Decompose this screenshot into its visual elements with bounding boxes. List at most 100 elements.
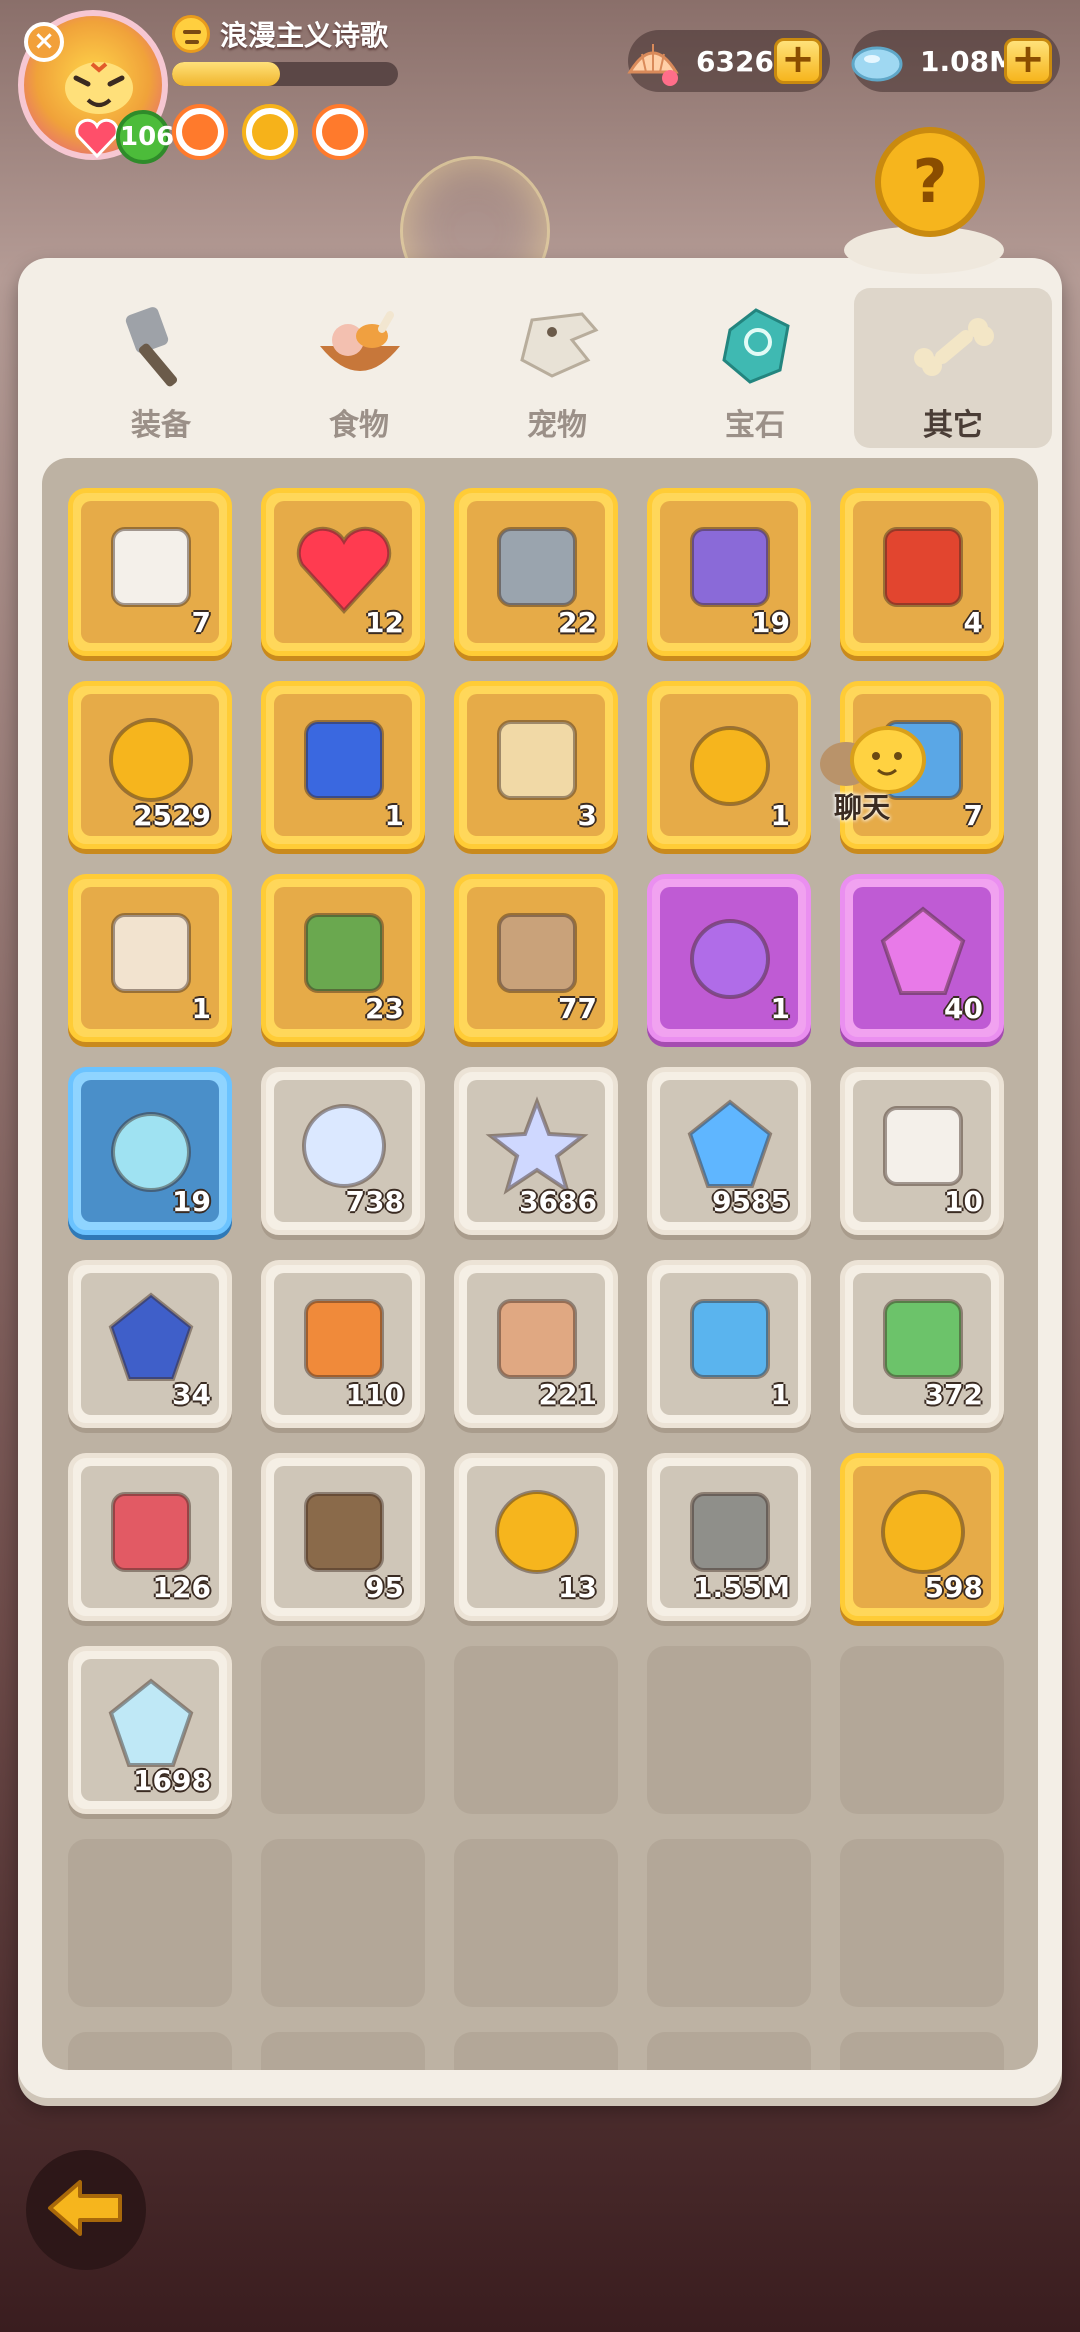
empty-slot — [454, 2032, 618, 2070]
inventory-slot[interactable]: 598 — [840, 1453, 1004, 1621]
inventory-slot[interactable]: 40 — [840, 874, 1004, 1042]
item-count: 95 — [365, 1571, 404, 1604]
inventory-slot[interactable]: 22 — [454, 488, 618, 656]
item-count: 1.55M — [693, 1571, 790, 1604]
inventory-slot[interactable]: 1.55M — [647, 1453, 811, 1621]
winged-badge-icon — [304, 720, 384, 800]
inventory-slot[interactable]: 1 — [647, 681, 811, 849]
svg-text:?: ? — [913, 147, 948, 217]
tab-pets[interactable]: 宠物 — [458, 288, 656, 448]
inventory-panel: 装备 食物 宠物 宝石 其它 7 12 22 19 4 2529 1 3 1 7… — [18, 258, 1062, 2098]
tab-equipment[interactable]: 装备 — [62, 288, 260, 448]
heart-icon — [75, 118, 119, 158]
inventory-grid-area[interactable]: 7 12 22 19 4 2529 1 3 1 7 1 23 77 1 40 19 738 3686 9585 10 3… — [42, 458, 1038, 2070]
item-count: 77 — [558, 992, 597, 1025]
inventory-slot[interactable]: 110 — [261, 1260, 425, 1428]
item-count: 3 — [577, 799, 597, 832]
dice-icon — [111, 527, 191, 607]
item-count: 126 — [152, 1571, 211, 1604]
inventory-slot[interactable]: 221 — [454, 1260, 618, 1428]
empty-slot — [454, 1646, 618, 1814]
inventory-slot[interactable]: 126 — [68, 1453, 232, 1621]
equipment-icon — [125, 307, 178, 387]
back-arrow-icon — [48, 2180, 122, 2236]
inventory-slot[interactable]: 2529 — [68, 681, 232, 849]
inventory-slot[interactable]: 1 — [647, 874, 811, 1042]
empty-slot — [68, 1839, 232, 2007]
tab-gems-label: 宝石 — [725, 408, 785, 443]
inventory-slot[interactable]: 4 — [840, 488, 1004, 656]
food-icon — [320, 311, 400, 371]
currency-shells-value: 6326 — [696, 44, 774, 78]
back-button[interactable] — [26, 2150, 146, 2270]
inventory-slot[interactable]: 10 — [840, 1067, 1004, 1235]
item-count: 19 — [751, 606, 790, 639]
pet-icon — [520, 312, 599, 378]
inventory-slot[interactable]: 12 — [261, 488, 425, 656]
tab-gems[interactable]: 宝石 — [656, 288, 854, 448]
inventory-slot[interactable]: 738 — [261, 1067, 425, 1235]
gold-buff-icon[interactable] — [242, 104, 298, 160]
item-count: 19 — [172, 1185, 211, 1218]
tiger-face-icon — [65, 62, 133, 114]
treasure-chest-icon — [883, 527, 963, 607]
tab-food[interactable]: 食物 — [260, 288, 458, 448]
mystery-coin-icon[interactable]: ? — [834, 120, 1014, 280]
empty-slot — [840, 1839, 1004, 2007]
inventory-slot[interactable]: 19 — [647, 488, 811, 656]
username-row: 浪漫主义诗歌 — [172, 14, 388, 54]
inventory-slot[interactable]: 23 — [261, 874, 425, 1042]
inventory-slot[interactable]: 77 — [454, 874, 618, 1042]
currency-crystals: 1.08M + — [851, 30, 1060, 92]
inventory-slot[interactable]: 3 — [454, 681, 618, 849]
inventory-slot[interactable]: 9585 — [647, 1067, 811, 1235]
tab-other[interactable]: 其它 — [854, 288, 1052, 448]
item-count: 372 — [924, 1378, 983, 1411]
empty-slot — [261, 2032, 425, 2070]
item-count: 2529 — [133, 799, 211, 832]
inventory-slot[interactable]: 95 — [261, 1453, 425, 1621]
map-scroll-icon — [497, 720, 577, 800]
category-tabs: 装备 食物 宠物 宝石 其它 — [62, 288, 1056, 448]
item-count: 9585 — [712, 1185, 790, 1218]
shield-buff-icon[interactable] — [312, 104, 368, 160]
inventory-slot[interactable]: 372 — [840, 1260, 1004, 1428]
inventory-slot[interactable]: 1 — [261, 681, 425, 849]
player-name: 浪漫主义诗歌 — [220, 19, 389, 52]
empty-slot — [261, 1646, 425, 1814]
inventory-slot[interactable]: 19 — [68, 1067, 232, 1235]
pencil-card-icon — [690, 1299, 770, 1379]
chat-label[interactable]: 聊天 — [834, 786, 890, 826]
inventory-slot[interactable]: 1 — [647, 1260, 811, 1428]
item-count: 221 — [538, 1378, 597, 1411]
inventory-slot[interactable]: 1 — [68, 874, 232, 1042]
item-count: 3686 — [519, 1185, 597, 1218]
inventory-slot[interactable]: 3686 — [454, 1067, 618, 1235]
item-count: 1698 — [133, 1764, 211, 1797]
inventory-slot[interactable]: 1698 — [68, 1646, 232, 1814]
shell-icon — [627, 44, 679, 86]
crystal-icon — [851, 46, 903, 82]
item-count: 1 — [770, 799, 790, 832]
tab-pets-label: 宠物 — [527, 408, 587, 443]
add-crystals-button[interactable]: + — [1004, 38, 1052, 84]
empty-slot — [840, 2032, 1004, 2070]
level-badge: 106 — [116, 110, 174, 164]
currency-crystals-value: 1.08M — [920, 44, 1017, 78]
add-shells-button[interactable]: + — [774, 38, 822, 84]
tab-food-label: 食物 — [329, 408, 389, 443]
empty-slot — [647, 1646, 811, 1814]
close-badge-icon: × — [24, 22, 64, 62]
empty-slot — [68, 2032, 232, 2070]
player-avatar[interactable]: × 106 — [18, 10, 174, 164]
item-count: 1 — [770, 992, 790, 1025]
inventory-slot[interactable]: 7 — [68, 488, 232, 656]
item-count: 1 — [384, 799, 404, 832]
fire-buff-icon[interactable] — [172, 104, 228, 160]
caveman-portrait-icon — [111, 913, 191, 993]
empty-slot — [454, 1839, 618, 2007]
empty-slot — [261, 1839, 425, 2007]
item-count: 7 — [191, 606, 211, 639]
inventory-slot[interactable]: 34 — [68, 1260, 232, 1428]
inventory-slot[interactable]: 13 — [454, 1453, 618, 1621]
